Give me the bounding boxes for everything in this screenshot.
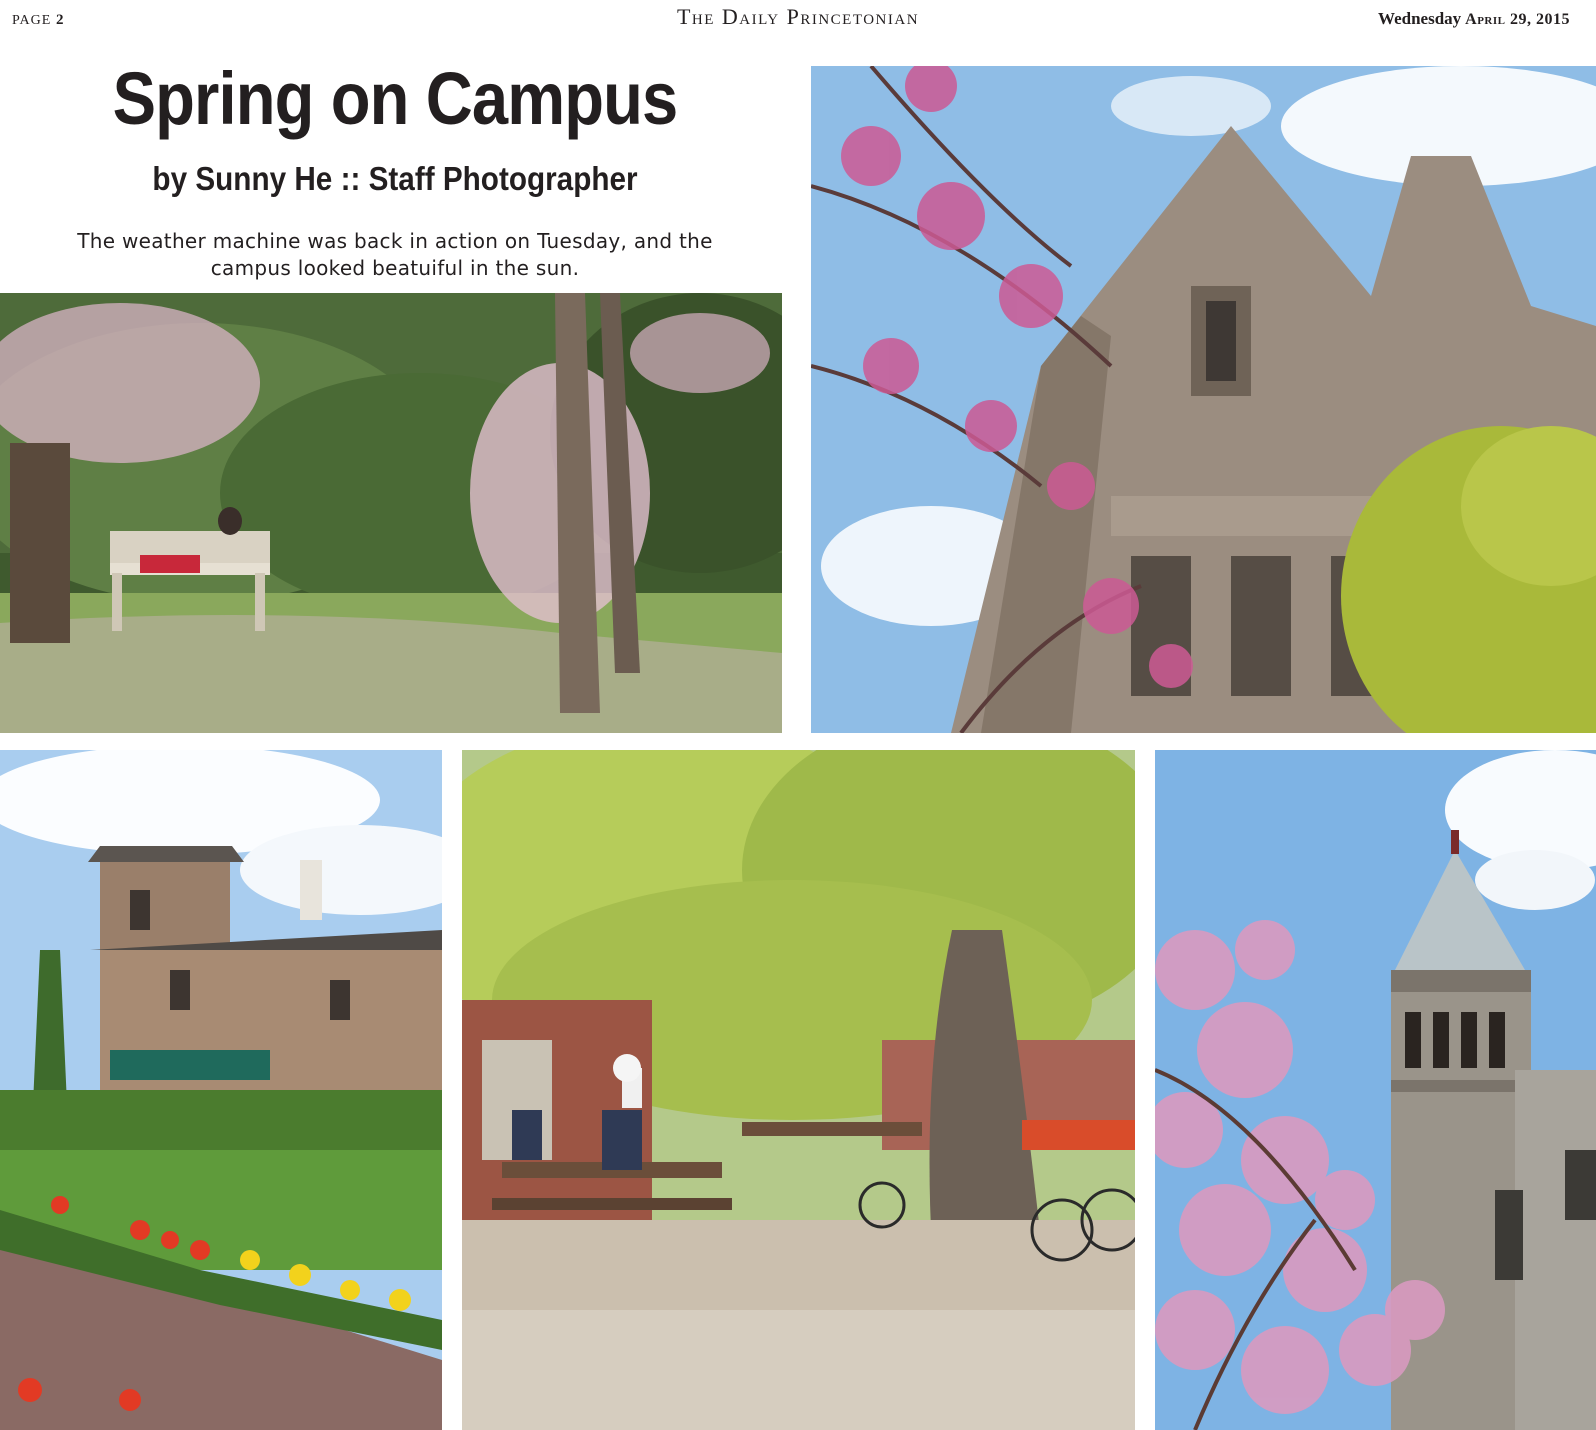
photo-turret-magnolia [1155, 750, 1596, 1430]
photo-bench-magnolia [0, 293, 782, 733]
photo-students-picnic-tables [462, 750, 1135, 1430]
photo-gothic-building-redbud [811, 66, 1596, 733]
dateline: Wednesday April 29, 2015 [1378, 9, 1570, 29]
article-headline: Spring on Campus [112, 57, 679, 140]
dateline-weekday: Wednesday [1378, 9, 1462, 28]
article-byline: by Sunny He :: Staff Photographer [152, 160, 638, 197]
photo-prospect-house-garden [0, 750, 442, 1430]
masthead: The Daily Princetonian [676, 4, 920, 29]
article-dek: The weather machine was back in action o… [77, 229, 713, 280]
dateline-date: April 29, 2015 [1465, 11, 1570, 28]
